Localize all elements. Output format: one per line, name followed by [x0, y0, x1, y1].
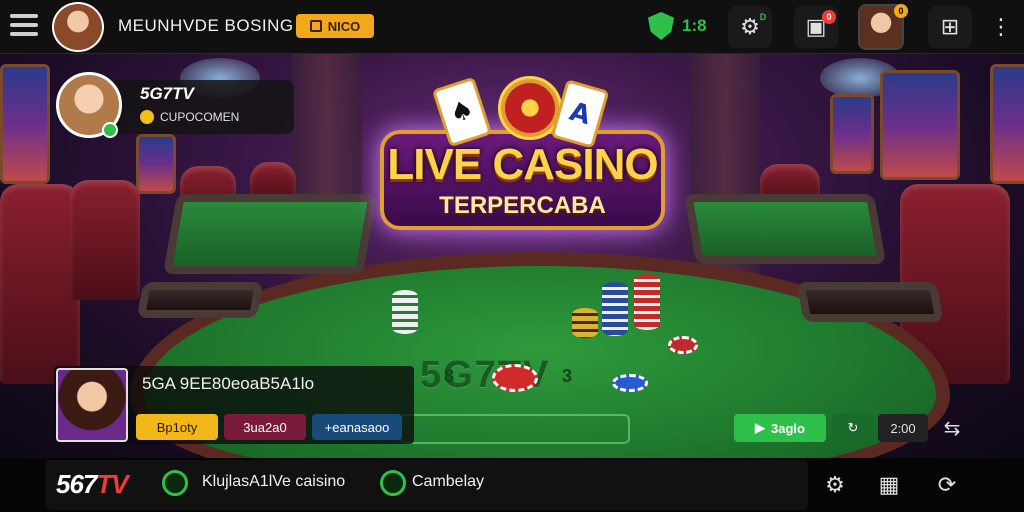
top-bar: MEUNHVDE BOSING NICO 1:8 ⚙ D ▣ 0 0 ⊞ ⋮	[0, 0, 1024, 54]
live-casino-logo: ♠ A LIVE CASINO TERPERCABA	[380, 76, 665, 250]
reload-icon[interactable]: ⟳	[926, 464, 968, 506]
chip	[668, 336, 698, 354]
arrow-icon: ⇆	[943, 417, 961, 440]
nav-label[interactable]: KlujlasА1lVe caisino	[202, 473, 345, 491]
roulette-table	[796, 282, 944, 322]
dealer-button-3[interactable]: +eanasaoo	[312, 414, 402, 440]
info-icon[interactable]	[162, 470, 188, 496]
roulette-table	[136, 282, 264, 318]
brand-accent: TV	[96, 469, 128, 499]
back-button[interactable]: ⇆	[934, 414, 970, 442]
host-status-text: CUPOCOMEN	[160, 110, 240, 124]
settings-button[interactable]: ⚙ D	[728, 6, 772, 48]
table-number: 8	[444, 366, 455, 386]
avatar[interactable]	[52, 2, 104, 52]
side-table-left	[162, 194, 378, 274]
chip-stack	[392, 290, 418, 334]
stats-icon[interactable]: ▦	[868, 464, 910, 506]
menu-icon[interactable]	[10, 14, 38, 38]
chair	[0, 184, 80, 384]
online-indicator-icon	[102, 122, 118, 138]
smiley-icon	[140, 110, 154, 124]
chip-stack	[602, 282, 628, 336]
brand-logo[interactable]: 567TV	[56, 469, 129, 500]
chip-stack	[634, 274, 660, 330]
apps-button[interactable]: ⊞	[928, 6, 972, 48]
settings-icon[interactable]: ⚙	[814, 464, 856, 506]
timer: 2:00	[878, 414, 928, 442]
play-button[interactable]: ▶ 3aglo	[734, 414, 826, 442]
brand-main: 567	[56, 469, 97, 499]
more-icon: ⋮	[990, 14, 1012, 40]
play-icon: ▶	[755, 420, 766, 435]
slot-machine	[880, 70, 960, 180]
dealer-button-1[interactable]: Bp1oty	[136, 414, 218, 440]
wallet-button[interactable]: ▣ 0	[794, 6, 838, 48]
chip-stack	[572, 308, 598, 338]
refresh-button[interactable]: ↻	[832, 414, 874, 442]
bet-area	[400, 414, 630, 444]
grid-icon: ⊞	[940, 14, 960, 40]
play-label: 3aglo	[771, 420, 805, 436]
wallet-badge: 0	[822, 10, 836, 24]
profile-badge: 0	[894, 4, 908, 18]
hero-subtitle: TERPERCABA	[439, 192, 606, 219]
profile-avatar[interactable]: 0	[858, 4, 908, 50]
more-button[interactable]: ⋮	[984, 6, 1018, 48]
playing-card: ♠	[431, 76, 493, 148]
hero-title: LIVE CASINO	[387, 140, 658, 189]
status-value: 1:8	[682, 16, 707, 35]
community-label[interactable]: Cambelay	[412, 473, 484, 491]
slot-machine	[830, 94, 874, 174]
logo-cards: ♠ A	[431, 76, 610, 149]
shield-icon	[648, 12, 674, 40]
dealer-photo[interactable]	[56, 368, 128, 442]
playing-card: A	[550, 79, 610, 149]
host-name: 5G7TV	[140, 84, 194, 103]
side-table-right	[683, 194, 887, 264]
dealer-panel: 5GA 9EE80eoaB5A1lo Bp1oty 3ua2a0 +eanasa…	[54, 366, 414, 444]
chip	[492, 364, 538, 392]
refresh-icon: ↻	[847, 420, 859, 435]
dealer-name: 5GA 9EE80eoaB5A1lo	[142, 374, 315, 393]
app-title: MEUNHVDE BOSING	[118, 16, 294, 35]
settings-badge: D	[759, 12, 767, 22]
chair	[70, 180, 140, 300]
chat-icon[interactable]	[380, 470, 406, 496]
promo-button[interactable]: NICO	[296, 14, 374, 38]
host-info: 5G7TV CUPOCOMEN	[112, 80, 294, 134]
slot-machine	[136, 134, 176, 194]
host-card[interactable]: 5G7TV CUPOCOMEN	[56, 72, 294, 138]
slot-machine	[0, 64, 50, 184]
host-status: CUPOCOMEN	[140, 110, 294, 124]
dealer-button-2[interactable]: 3ua2a0	[224, 414, 306, 440]
ticket-icon	[309, 20, 322, 32]
bottom-bar: 567TV KlujlasА1lVe caisino Cambelay ⚙ ▦ …	[0, 458, 1024, 512]
chip	[612, 374, 648, 392]
promo-label: NICO	[327, 18, 361, 34]
table-number: 3	[562, 366, 573, 386]
slot-machine	[990, 64, 1024, 184]
